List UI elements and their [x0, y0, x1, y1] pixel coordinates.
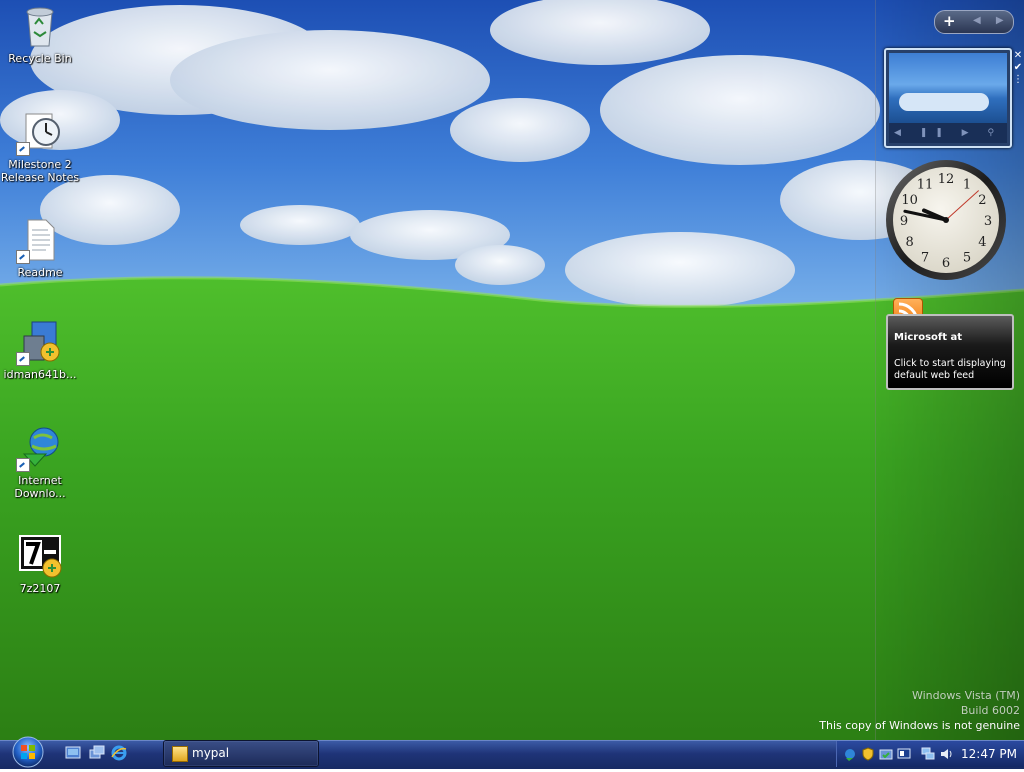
- desktop-icon-label: Release Notes: [0, 171, 80, 184]
- desktop-icon-recycle-bin[interactable]: Recycle Bin: [0, 2, 80, 65]
- shortcut-arrow-icon: [16, 352, 30, 366]
- desktop-icon-internet-download-manager[interactable]: Internet Downlo...: [0, 424, 80, 500]
- installer-icon: [16, 318, 64, 366]
- clock-number: 11: [917, 178, 934, 193]
- clock-number: 10: [901, 193, 918, 208]
- desktop: Recycle Bin Milestone 2 Release Notes Re…: [0, 0, 1024, 740]
- wallpaper-image: [0, 0, 1024, 740]
- clock-number: 6: [942, 256, 950, 271]
- clock-number: 7: [921, 250, 929, 265]
- show-desktop-icon[interactable]: [64, 744, 82, 762]
- gadget-page-nav[interactable]: ◀ ▶: [973, 15, 1010, 26]
- internet-download-manager-icon: [16, 424, 64, 472]
- desktop-icon-idman641b[interactable]: idman641b...: [0, 318, 80, 381]
- feed-headlines-gadget[interactable]: Microsoft at Click to start displaying d…: [886, 314, 1014, 390]
- desktop-icon-label: Readme: [17, 266, 63, 279]
- desktop-icon-label: idman641b...: [3, 368, 77, 381]
- notification-area: 12:47 PM: [836, 741, 1024, 767]
- clock-number: 1: [963, 178, 971, 193]
- network-sharing-icon[interactable]: [843, 746, 857, 761]
- desktop-icon-7z2107[interactable]: 7z2107: [0, 532, 80, 595]
- clock-number: 9: [900, 214, 908, 229]
- clock-number: 2: [978, 193, 986, 208]
- text-document-icon: [16, 216, 64, 264]
- seven-zip-installer-icon: [16, 532, 64, 580]
- taskbar-button-mypal[interactable]: mypal: [163, 740, 319, 767]
- clock-time[interactable]: 12:47 PM: [961, 747, 1017, 761]
- desktop-icon-label: 7z2107: [19, 582, 61, 595]
- windows-update-icon[interactable]: [879, 746, 893, 760]
- network-icon[interactable]: [921, 746, 935, 760]
- desktop-icon-milestone-2-release-notes[interactable]: Milestone 2 Release Notes: [0, 108, 80, 184]
- taskbar-button-label: mypal: [192, 746, 230, 760]
- feed-body-text[interactable]: Click to start displaying default web fe…: [894, 358, 1009, 382]
- close-icon[interactable]: ✕: [1013, 50, 1023, 62]
- clock-number: 12: [938, 172, 955, 187]
- feed-title: Microsoft at: [894, 332, 963, 343]
- switch-windows-icon[interactable]: [88, 744, 106, 762]
- gadget-toolbar: ✕ ✔ ⋮: [1013, 50, 1023, 100]
- slideshow-controls[interactable]: ◀ ❚❚ ▶ ⚲: [889, 123, 1007, 143]
- recycle-bin-icon: [16, 2, 64, 50]
- desktop-icon-label: Downlo...: [14, 487, 66, 500]
- drag-handle-icon[interactable]: ⋮: [1013, 74, 1023, 86]
- clock-number: 4: [978, 235, 986, 250]
- clock-number: 8: [905, 235, 913, 250]
- slideshow-image: [889, 53, 1007, 123]
- check-icon[interactable]: ✔: [1013, 62, 1023, 74]
- watermark-line: Build 6002: [960, 704, 1020, 717]
- clock-gadget[interactable]: 1234567891011 12: [884, 158, 1008, 282]
- security-shield-icon[interactable]: [861, 746, 875, 761]
- clock-number: 5: [963, 250, 971, 265]
- shortcut-arrow-icon: [16, 458, 30, 472]
- desktop-icon-label: Recycle Bin: [8, 52, 72, 65]
- slideshow-gadget[interactable]: ◀ ❚❚ ▶ ⚲: [884, 48, 1012, 148]
- watermark-line: Windows Vista (TM): [911, 689, 1020, 702]
- start-button[interactable]: [8, 734, 48, 768]
- volume-icon[interactable]: [939, 746, 953, 760]
- desktop-icon-label: Milestone 2: [8, 158, 72, 171]
- desktop-icon-readme[interactable]: Readme: [0, 216, 80, 279]
- internet-explorer-icon[interactable]: [110, 744, 128, 762]
- clock-document-icon: [16, 108, 64, 156]
- display-icon[interactable]: [897, 746, 911, 760]
- shortcut-arrow-icon: [16, 142, 30, 156]
- desktop-icon-label: Internet: [18, 474, 62, 487]
- clock-number: 3: [984, 214, 992, 229]
- shortcut-arrow-icon: [16, 250, 30, 264]
- folder-icon: [172, 746, 188, 762]
- watermark-line: This copy of Windows is not genuine: [819, 719, 1020, 732]
- windows-watermark: Windows Vista (TM) Build 6002 This copy …: [819, 688, 1020, 733]
- add-gadget-button[interactable]: +: [943, 12, 956, 30]
- sidebar-controls: + ◀ ▶: [934, 10, 1014, 34]
